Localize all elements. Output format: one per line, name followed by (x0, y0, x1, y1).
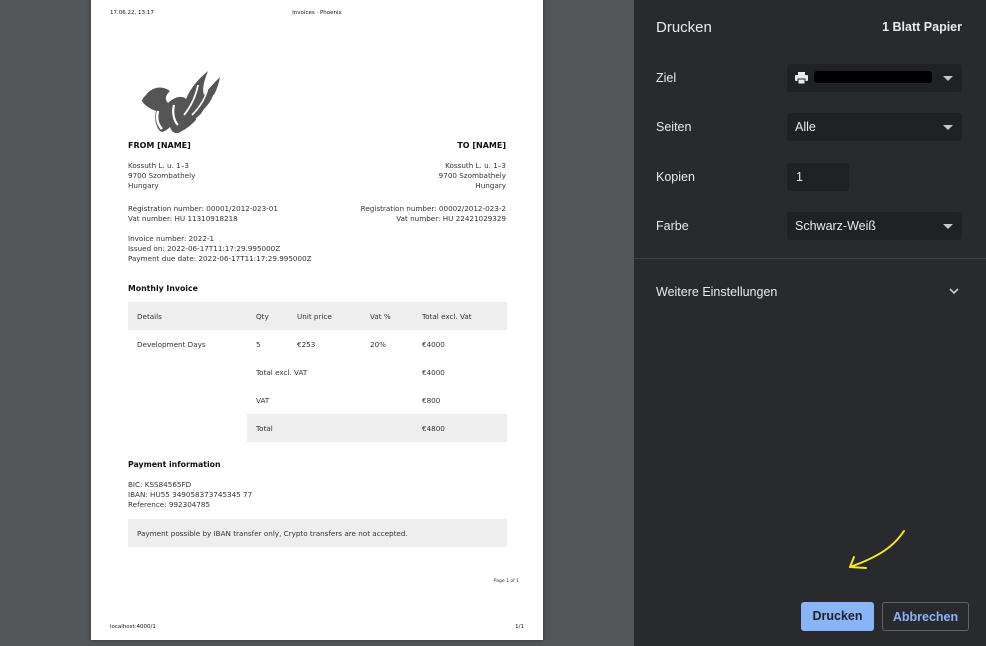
payment-info-title: Payment information (128, 460, 221, 469)
to-title: TO [NAME] (457, 141, 506, 150)
table-header-row: Details Qty Unit price Vat % Total excl.… (128, 302, 507, 330)
panel-title: Drucken (656, 19, 712, 36)
page-header-title: Invoices · Phoenix (292, 10, 342, 16)
print-button[interactable]: Drucken (801, 602, 874, 631)
total-row: Total €4800 (128, 414, 507, 442)
arrow-annotation (849, 530, 905, 569)
invoice-table: Details Qty Unit price Vat % Total excl.… (128, 302, 507, 442)
color-label: Farbe (656, 219, 689, 233)
table-row: Development Days 5 €253 20% €4000 (137, 340, 445, 349)
to-address: Kossuth L. u. 1–3 9700 Szombathely Hunga… (438, 161, 506, 190)
print-settings-panel: Drucken 1 Blatt Papier Ziel Seiten Alle … (634, 0, 986, 646)
preview-page: 17.06.22, 13:17 Invoices · Phoenix FROM … (91, 0, 543, 640)
print-preview-area[interactable]: 17.06.22, 13:17 Invoices · Phoenix FROM … (0, 0, 634, 646)
copies-input[interactable]: 1 (787, 163, 849, 191)
page-number-info: Page 1 of 1 (493, 579, 519, 584)
color-select[interactable]: Schwarz-Weiß (787, 212, 962, 240)
chevron-down-icon (943, 76, 953, 81)
invoice-meta: Invoice number: 2022-1 Issued on: 2022-0… (128, 234, 312, 263)
pages-label: Seiten (656, 120, 692, 134)
phoenix-logo (142, 71, 220, 134)
vat-row: VAT €800 (256, 396, 441, 405)
payment-notice: Payment possible by IBAN transfer only, … (128, 519, 507, 547)
pages-value: Alle (795, 120, 816, 134)
from-registration: Registration number: 00001/2012-023-01 V… (128, 204, 278, 223)
monthly-invoice-title: Monthly Invoice (128, 284, 198, 293)
pages-select[interactable]: Alle (787, 113, 962, 141)
cancel-button[interactable]: Abbrechen (882, 602, 969, 631)
more-settings-toggle[interactable]: Weitere Einstellungen (656, 285, 777, 299)
copies-label: Kopien (656, 170, 695, 184)
destination-select[interactable] (787, 64, 962, 92)
color-value: Schwarz-Weiß (795, 219, 877, 233)
printer-icon (795, 72, 808, 84)
chevron-down-icon[interactable] (948, 286, 960, 296)
sheet-count: 1 Blatt Papier (882, 20, 962, 34)
to-registration: Registration number: 00002/2012-023-2 Va… (360, 204, 506, 223)
subtotal-row: Total excl. VAT €4000 (256, 368, 445, 377)
from-address: Kossuth L. u. 1–3 9700 Szombathely Hunga… (128, 161, 196, 190)
chevron-down-icon (943, 224, 953, 229)
payment-info: BIC: KSS84565FD IBAN: HU55 3490583737453… (128, 480, 253, 509)
divider (634, 258, 986, 259)
redacted-printer-name (814, 71, 932, 83)
chevron-down-icon (943, 125, 953, 130)
page-footer-url: localhost:4000/1 (110, 624, 156, 630)
page-footer-number: 1/1 (515, 624, 524, 630)
from-title: FROM [NAME] (128, 141, 191, 150)
destination-label: Ziel (656, 71, 677, 85)
